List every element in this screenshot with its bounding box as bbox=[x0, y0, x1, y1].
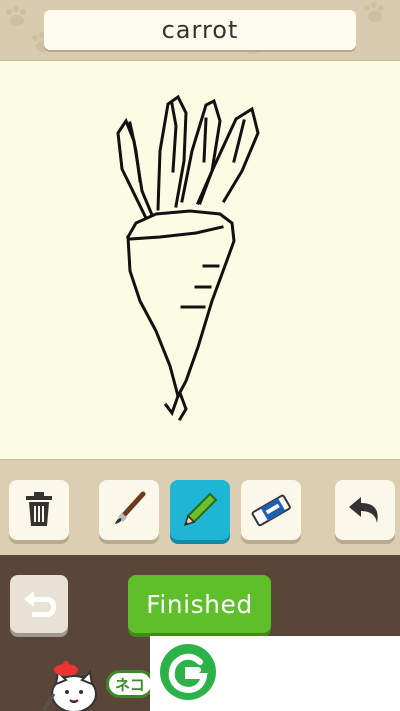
header-bar: carrot bbox=[0, 0, 400, 60]
eraser-tool-button[interactable] bbox=[241, 480, 301, 540]
cat-mascot-icon bbox=[42, 661, 97, 711]
paw-print-icon bbox=[4, 6, 30, 28]
carrot-sketch bbox=[116, 94, 260, 422]
prompt-word: carrot bbox=[161, 16, 239, 44]
tool-bar bbox=[0, 460, 400, 555]
back-button[interactable] bbox=[10, 575, 68, 633]
undo-icon bbox=[349, 497, 378, 523]
brush-tool-button[interactable] bbox=[99, 480, 159, 540]
trash-icon bbox=[26, 492, 52, 526]
undo-button[interactable] bbox=[335, 480, 395, 540]
pencil-icon bbox=[183, 492, 218, 527]
tag-pill-text: ネコ bbox=[115, 676, 145, 694]
drawing-canvas[interactable] bbox=[0, 60, 400, 460]
paw-print-icon bbox=[362, 2, 388, 24]
trash-button[interactable] bbox=[9, 480, 69, 540]
brush-icon bbox=[115, 491, 146, 524]
pencil-tool-button[interactable] bbox=[170, 480, 230, 540]
eraser-icon bbox=[251, 494, 291, 527]
green-g-logo-icon bbox=[160, 644, 216, 700]
finished-button[interactable]: Finished bbox=[128, 575, 271, 633]
back-arrow-icon bbox=[24, 591, 56, 617]
ad-overlay[interactable] bbox=[150, 636, 400, 711]
prompt-word-box: carrot bbox=[44, 10, 356, 50]
tag-pill: ネコ bbox=[106, 670, 154, 698]
